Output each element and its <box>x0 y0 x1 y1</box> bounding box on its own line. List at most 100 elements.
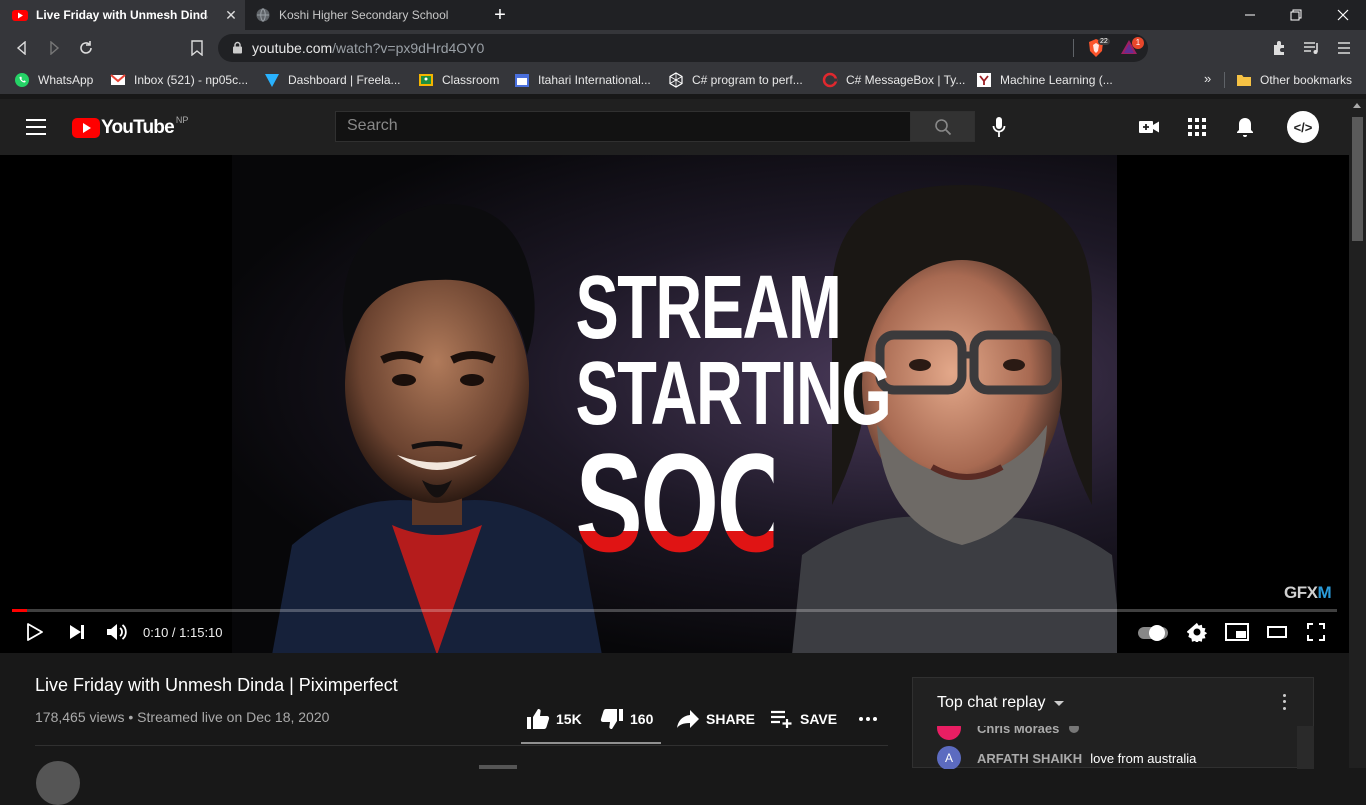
browser-menu-icon[interactable] <box>1334 38 1354 58</box>
search-input[interactable]: Search <box>335 111 911 142</box>
cube-icon <box>669 72 683 88</box>
bookmark-label: Classroom <box>442 73 500 87</box>
back-icon[interactable] <box>12 38 32 58</box>
tab-koshi[interactable]: Koshi Higher Secondary School <box>245 0 480 30</box>
bookmark-dashboard[interactable]: Dashboard | Freela... <box>264 71 401 89</box>
youtube-play-icon <box>72 118 100 138</box>
video-player[interactable]: STREAM STARTING SOON GFXM 0:10 / 1:15:10 <box>0 155 1349 653</box>
subscribe-button[interactable] <box>479 765 517 769</box>
forward-icon[interactable] <box>44 38 64 58</box>
tab-title: Koshi Higher Secondary School <box>279 8 449 22</box>
volume-icon[interactable] <box>104 620 130 644</box>
apps-grid-icon[interactable] <box>1185 115 1209 139</box>
youtube-logo[interactable]: YouTube NP <box>72 115 189 139</box>
dislike-count: 160 <box>630 711 654 727</box>
video-meta: 178,465 views • Streamed live on Dec 18,… <box>35 709 330 725</box>
bookmark-label: Inbox (521) - np05c... <box>134 73 249 87</box>
reload-icon[interactable] <box>76 38 96 58</box>
page-scrollbar[interactable] <box>1349 99 1366 768</box>
bookmark-label: C# program to perf... <box>692 73 803 87</box>
tab-strip: Live Friday with Unmesh Dinda | P ✕ Kosh… <box>0 0 1366 30</box>
share-button[interactable]: SHARE <box>676 707 755 731</box>
next-icon[interactable] <box>66 620 88 644</box>
extensions-icon[interactable] <box>1269 38 1289 58</box>
share-label: SHARE <box>706 711 756 727</box>
thumb-line-1: STREAM <box>575 258 842 358</box>
thumbs-up-icon <box>527 709 550 729</box>
save-button[interactable]: SAVE <box>770 707 837 731</box>
restore-icon[interactable] <box>1273 0 1319 30</box>
microphone-icon[interactable] <box>989 115 1009 139</box>
more-actions-icon[interactable] <box>858 707 884 731</box>
gmail-icon <box>110 74 126 85</box>
url-host: youtube.com <box>252 40 333 56</box>
bookmark-label: Dashboard | Freela... <box>288 73 401 87</box>
tab-youtube[interactable]: Live Friday with Unmesh Dinda | P ✕ <box>0 0 245 30</box>
theater-mode-icon[interactable] <box>1266 620 1288 644</box>
new-tab-icon[interactable]: + <box>490 5 510 25</box>
brave-shield-count: 22 <box>1098 38 1110 45</box>
chat-scrollbar[interactable] <box>1297 726 1314 769</box>
chat-message: Chris Moraes <box>937 726 1081 740</box>
chat-messages: Chris Moraes A ARFATH SHAIKH love from a… <box>913 726 1297 769</box>
playlist-add-icon <box>771 710 792 728</box>
play-icon[interactable] <box>24 620 46 644</box>
dislike-button[interactable]: 160 <box>600 707 653 731</box>
calendar-icon <box>515 74 529 87</box>
settings-gear-icon[interactable] <box>1185 620 1209 644</box>
country-code: NP <box>175 115 189 125</box>
bookmark-classroom[interactable]: Classroom <box>418 71 499 89</box>
sentiment-bar <box>521 742 661 744</box>
url-text: youtube.com/watch?v=px9dHrd4OY0 <box>252 40 484 56</box>
chat-message: A ARFATH SHAIKH love from australia <box>937 746 1196 769</box>
like-count: 15K <box>556 711 582 727</box>
create-video-icon[interactable] <box>1137 115 1161 139</box>
bookmark-messagebox[interactable]: C# MessageBox | Ty... <box>822 71 965 89</box>
thumb-line-3: SOON <box>575 424 866 581</box>
like-button[interactable]: 15K <box>526 707 582 731</box>
chat-author: ARFATH SHAIKH <box>977 750 1083 766</box>
hamburger-menu-icon[interactable] <box>26 119 46 135</box>
bookmark-label: Other bookmarks <box>1260 73 1353 87</box>
miniplayer-icon[interactable] <box>1224 620 1250 644</box>
more-bookmarks-icon[interactable]: » <box>1204 71 1211 86</box>
bookmark-inbox[interactable]: Inbox (521) - np05c... <box>110 71 248 89</box>
lock-icon <box>233 41 242 54</box>
save-label: SAVE <box>800 711 838 727</box>
media-queue-icon[interactable] <box>1302 38 1322 58</box>
bookmark-icon[interactable] <box>187 38 207 58</box>
close-tab-icon[interactable]: ✕ <box>223 7 239 23</box>
search-button[interactable] <box>910 111 975 142</box>
fullscreen-icon[interactable] <box>1305 620 1327 644</box>
bookmark-whatsapp[interactable]: WhatsApp <box>14 71 93 89</box>
whatsapp-icon <box>15 73 29 87</box>
chat-text: love from australia <box>1090 750 1197 766</box>
scroll-thumb[interactable] <box>1352 117 1363 241</box>
notifications-bell-icon[interactable] <box>1233 115 1257 139</box>
stream-starting-soon-text: STREAM STARTING SOON <box>537 258 892 581</box>
other-bookmarks[interactable]: Other bookmarks <box>1236 71 1352 89</box>
close-window-icon[interactable] <box>1320 0 1366 30</box>
progress-fill <box>12 609 27 612</box>
classroom-icon <box>419 74 433 86</box>
chat-mode-dropdown[interactable]: Top chat replay <box>937 694 1064 712</box>
address-bar[interactable]: youtube.com/watch?v=px9dHrd4OY0 22 1 <box>218 34 1148 62</box>
bookmarks-divider <box>1224 72 1225 88</box>
folder-icon <box>1237 75 1251 86</box>
autoplay-toggle[interactable] <box>1138 625 1168 641</box>
progress-bar[interactable] <box>12 609 1337 612</box>
scroll-up-icon[interactable] <box>1353 103 1361 108</box>
search-icon <box>934 118 951 135</box>
bookmark-itahari[interactable]: Itahari International... <box>514 71 651 89</box>
tab-title: Live Friday with Unmesh Dinda | P <box>36 8 208 22</box>
bookmarks-bar: WhatsApp Inbox (521) - np05c... Dashboar… <box>0 66 1366 94</box>
chat-replay-panel: Top chat replay Chris Moraes A ARFATH SH… <box>912 677 1314 769</box>
javatpoint-icon <box>822 72 838 88</box>
minimize-icon[interactable] <box>1227 0 1273 30</box>
bookmark-label: Machine Learning (... <box>1000 73 1113 87</box>
account-avatar[interactable]: </> <box>1287 111 1319 143</box>
bookmark-csharp-program[interactable]: C# program to perf... <box>668 71 803 89</box>
chat-menu-icon[interactable] <box>1279 692 1289 712</box>
brave-rewards-badge: 1 <box>1132 37 1144 49</box>
bookmark-machine-learning[interactable]: Machine Learning (... <box>976 71 1113 89</box>
